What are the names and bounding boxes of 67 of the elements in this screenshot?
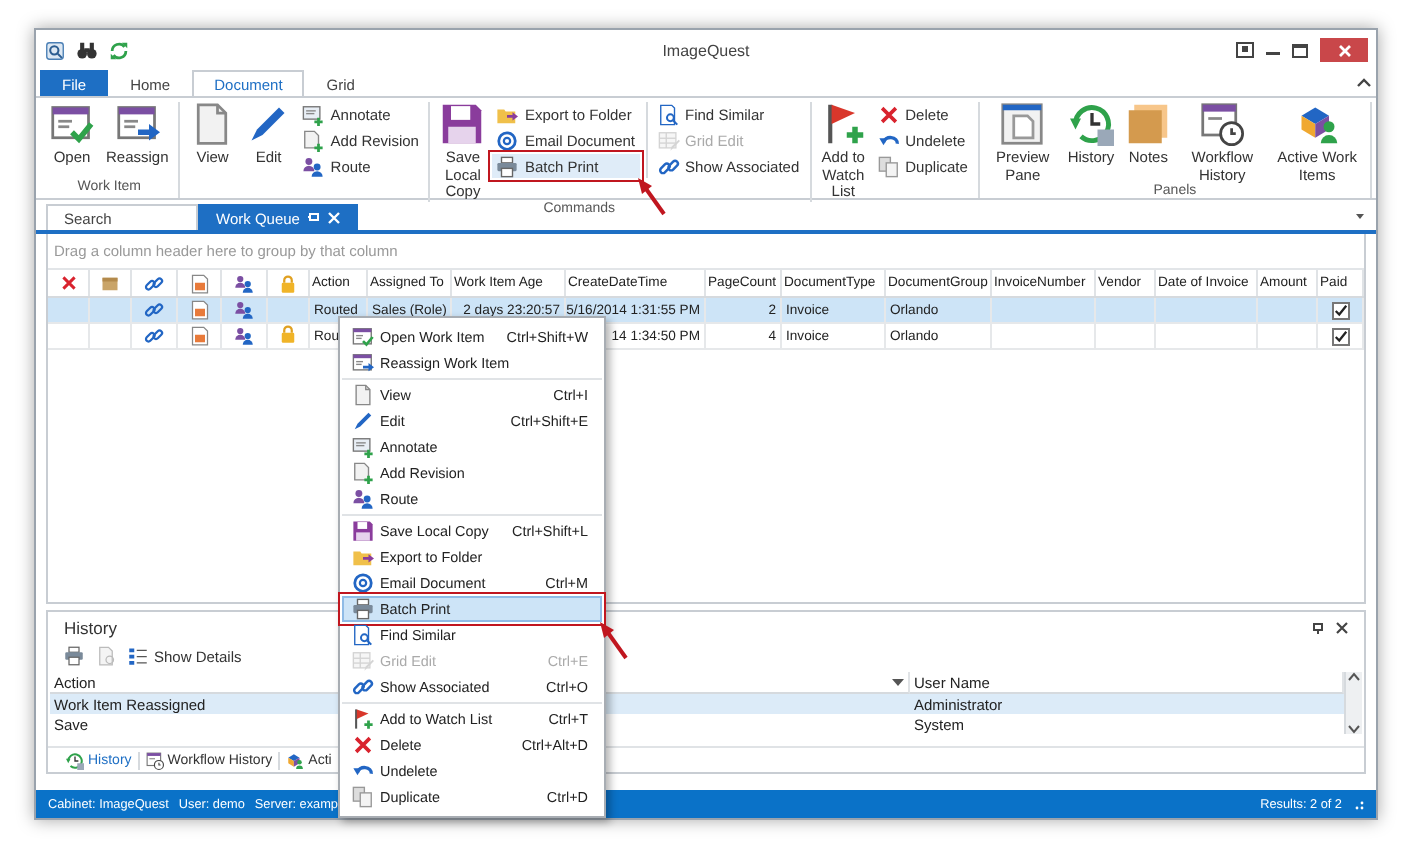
history-clock-icon: [1069, 102, 1114, 146]
notes-icon: [1126, 102, 1171, 146]
printer-icon: [351, 598, 373, 620]
chain-link-icon: [657, 155, 680, 177]
people-icon: [351, 488, 373, 510]
copies-icon: [877, 155, 900, 177]
flag-plus-icon: [351, 708, 373, 730]
paid-checkbox[interactable]: [1331, 327, 1349, 345]
document-image-icon: [189, 326, 209, 346]
window-title: ImageQuest: [662, 41, 750, 59]
document-image-icon: [189, 300, 209, 320]
callout-arrow: [598, 620, 630, 660]
window-clock-icon: [145, 751, 164, 769]
panel-title: History: [64, 618, 117, 638]
folder-arrow-icon: [351, 546, 373, 568]
window-clock-icon: [1200, 102, 1245, 146]
binoculars-icon: [76, 39, 98, 61]
delete-icon: [59, 274, 77, 292]
people-icon: [302, 155, 325, 177]
callout-arrow: [635, 176, 668, 216]
filter-caret-icon[interactable]: [892, 676, 904, 688]
document-icon: [96, 646, 116, 666]
scroll-up-icon[interactable]: [1348, 672, 1360, 682]
preview-pane-icon: [1000, 102, 1045, 146]
resize-grip-icon[interactable]: [1352, 798, 1364, 810]
restore-icon[interactable]: [1236, 42, 1254, 58]
details-list-icon: [128, 646, 148, 666]
document-icon: [351, 384, 373, 406]
window-check-icon: [351, 326, 373, 348]
cubes-person-icon: [286, 751, 305, 769]
pen-icon: [351, 410, 373, 432]
padlock-icon: [278, 324, 298, 344]
document-magnifier-icon: [351, 624, 373, 646]
people-icon: [234, 326, 254, 346]
history-clock-icon: [66, 751, 84, 769]
search-icon: [44, 39, 66, 61]
chain-link-icon: [144, 273, 164, 293]
note-icon: [100, 273, 120, 293]
copies-icon: [351, 786, 373, 808]
maximize-icon[interactable]: [1292, 43, 1308, 57]
window-check-icon: [50, 102, 94, 146]
printer-icon: [496, 155, 519, 177]
close-icon: [1337, 43, 1351, 57]
annotate-icon: [302, 103, 325, 125]
people-icon: [234, 300, 254, 320]
delete-icon: [351, 734, 373, 756]
annotate-icon: [351, 436, 373, 458]
close-button[interactable]: [1320, 38, 1368, 62]
document-plus-icon: [351, 462, 373, 484]
grid-pencil-icon: [351, 650, 373, 672]
document-image-icon: [189, 273, 209, 293]
pin-icon[interactable]: [1312, 622, 1324, 634]
paid-checkbox[interactable]: [1331, 301, 1349, 319]
document-magnifier-icon: [657, 103, 680, 125]
document-plus-icon: [302, 129, 325, 151]
scroll-down-icon[interactable]: [1348, 724, 1360, 734]
chain-link-icon: [144, 326, 164, 346]
scrollbar[interactable]: [1344, 672, 1362, 734]
delete-icon: [877, 103, 900, 125]
chain-link-icon: [351, 676, 373, 698]
chain-link-icon: [144, 300, 164, 320]
refresh-icon: [108, 39, 130, 61]
padlock-icon: [278, 273, 298, 293]
printer-icon: [64, 646, 84, 666]
grid-pencil-icon: [657, 129, 680, 151]
close-icon[interactable]: [1336, 622, 1348, 634]
people-icon: [234, 273, 254, 293]
